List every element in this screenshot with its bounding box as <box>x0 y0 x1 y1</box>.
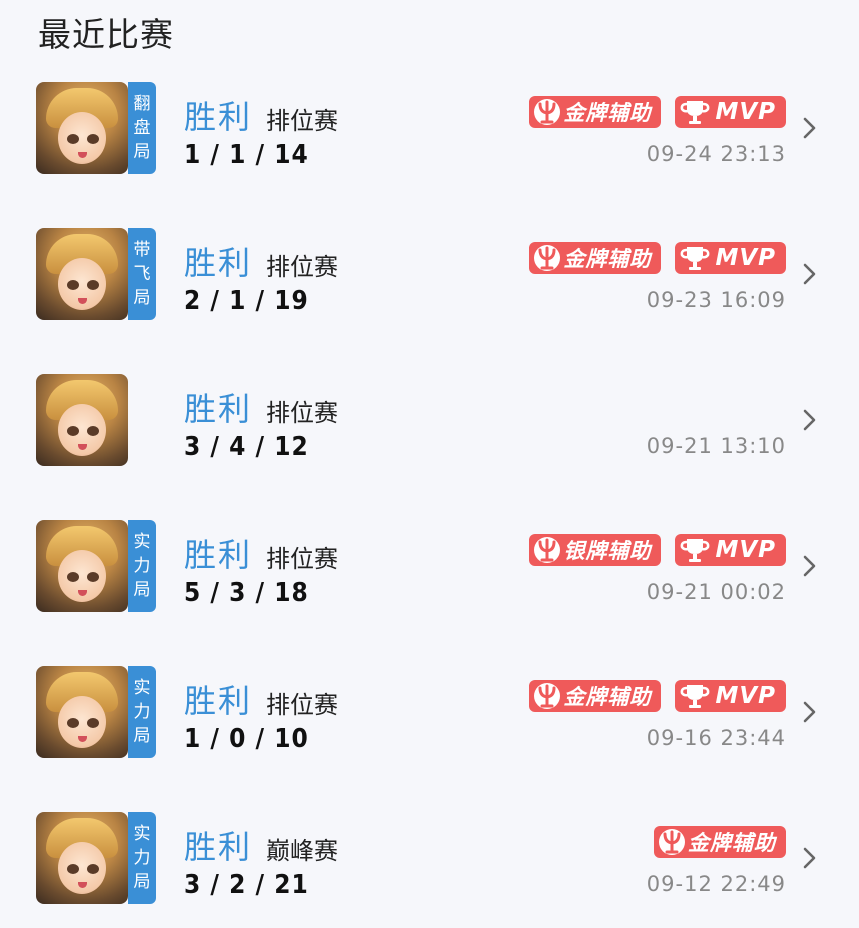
match-kda: 3 / 4 / 12 <box>184 432 309 462</box>
match-time: 09-16 23:44 <box>646 726 786 750</box>
hero-avatar <box>36 82 128 174</box>
badge-group: 金牌辅助 <box>654 826 786 858</box>
chevron-right-icon[interactable] <box>797 114 821 142</box>
support-badge: 金牌辅助 <box>529 680 662 712</box>
match-tag: 实力局 <box>128 520 156 612</box>
page-title: 最近比赛 <box>38 15 174 54</box>
match-kda: 2 / 1 / 19 <box>184 286 309 316</box>
chevron-right-icon[interactable] <box>797 406 821 434</box>
match-row[interactable]: 实力局胜利 排位赛 1 / 0 / 10 金牌辅助 MVP 09-16 23:44 <box>0 666 859 812</box>
support-badge: 金牌辅助 <box>654 826 786 858</box>
match-kda: 1 / 0 / 10 <box>184 724 309 754</box>
trident-icon <box>533 98 561 126</box>
match-row[interactable]: 实力局胜利 排位赛 5 / 3 / 18 银牌辅助 MVP 09-21 00:02 <box>0 520 859 666</box>
match-row[interactable]: 带飞局胜利 排位赛 2 / 1 / 19 金牌辅助 MVP 09-23 16:09 <box>0 228 859 374</box>
match-kda: 3 / 2 / 21 <box>184 870 309 900</box>
match-mode: 排位赛 <box>266 545 338 573</box>
match-result: 胜利 <box>184 390 253 428</box>
hero-avatar <box>36 374 128 466</box>
trident-icon <box>533 682 561 710</box>
trophy-icon <box>679 98 710 126</box>
match-list: 翻盘局胜利 排位赛 1 / 1 / 14 金牌辅助 MVP 09-24 23:13 带飞局胜… <box>0 82 859 928</box>
match-row[interactable]: 胜利 排位赛 3 / 4 / 12 09-21 13:10 <box>0 374 859 520</box>
chevron-right-icon[interactable] <box>797 260 821 288</box>
match-mode: 排位赛 <box>266 253 338 281</box>
trident-icon <box>533 244 561 272</box>
support-badge: 银牌辅助 <box>529 534 662 566</box>
match-mode: 巅峰赛 <box>266 837 338 865</box>
hero-avatar <box>36 666 128 758</box>
match-result: 胜利 <box>184 828 253 866</box>
support-badge: 金牌辅助 <box>529 96 662 128</box>
match-tag: 实力局 <box>128 666 156 758</box>
trophy-icon <box>679 682 710 710</box>
match-row[interactable]: 实力局胜利 巅峰赛 3 / 2 / 21 金牌辅助 09-12 22:49 <box>0 812 859 928</box>
badge-group: 金牌辅助 MVP <box>529 680 786 712</box>
badge-group: 银牌辅助 MVP <box>529 534 786 566</box>
trident-icon <box>658 828 686 856</box>
hero-avatar <box>36 228 128 320</box>
trident-icon <box>533 536 561 564</box>
chevron-right-icon[interactable] <box>797 698 821 726</box>
match-result: 胜利 <box>184 682 253 720</box>
match-tag: 翻盘局 <box>128 82 156 174</box>
match-time: 09-23 16:09 <box>646 288 786 312</box>
trophy-icon <box>679 536 710 564</box>
match-time: 09-24 23:13 <box>646 142 786 166</box>
mvp-badge: MVP <box>675 680 786 712</box>
support-badge: 金牌辅助 <box>529 242 662 274</box>
match-result: 胜利 <box>184 244 253 282</box>
match-tag: 实力局 <box>128 812 156 904</box>
match-mode: 排位赛 <box>266 691 338 719</box>
match-time: 09-21 00:02 <box>646 580 786 604</box>
match-result: 胜利 <box>184 98 253 136</box>
badge-group: 金牌辅助 MVP <box>529 242 786 274</box>
trophy-icon <box>679 244 710 272</box>
match-result: 胜利 <box>184 536 253 574</box>
mvp-badge: MVP <box>675 242 786 274</box>
hero-avatar <box>36 812 128 904</box>
mvp-badge: MVP <box>675 96 786 128</box>
match-row[interactable]: 翻盘局胜利 排位赛 1 / 1 / 14 金牌辅助 MVP 09-24 23:13 <box>0 82 859 228</box>
badge-group: 金牌辅助 MVP <box>529 96 786 128</box>
match-time: 09-12 22:49 <box>646 872 786 896</box>
mvp-badge: MVP <box>675 534 786 566</box>
match-kda: 1 / 1 / 14 <box>184 140 309 170</box>
recent-matches-page: 最近比赛 翻盘局胜利 排位赛 1 / 1 / 14 金牌辅助 MVP 09-24 23:1… <box>0 0 859 928</box>
match-time: 09-21 13:10 <box>646 434 786 458</box>
chevron-right-icon[interactable] <box>797 552 821 580</box>
match-mode: 排位赛 <box>266 107 338 135</box>
chevron-right-icon[interactable] <box>797 844 821 872</box>
hero-avatar <box>36 520 128 612</box>
match-tag: 带飞局 <box>128 228 156 320</box>
match-mode: 排位赛 <box>266 399 338 427</box>
match-kda: 5 / 3 / 18 <box>184 578 309 608</box>
